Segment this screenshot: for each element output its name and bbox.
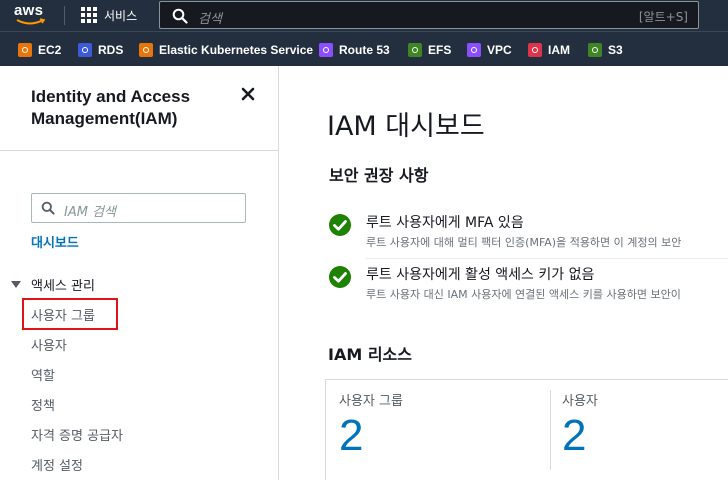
check-circle-icon <box>329 266 351 288</box>
favorite-label: EC2 <box>38 43 62 57</box>
caret-down-icon <box>11 281 21 288</box>
sidebar-item-users[interactable]: 사용자 <box>31 335 67 354</box>
iam-resources-title: IAM 리소스 <box>328 345 412 364</box>
sidebar-search-placeholder: IAM 검색 <box>64 205 116 220</box>
nav-divider <box>64 6 65 25</box>
search-placeholder: 검색 <box>198 12 222 27</box>
search-icon <box>172 8 188 24</box>
sidebar-item-policies[interactable]: 정책 <box>31 395 55 414</box>
highlight-box <box>22 298 118 330</box>
close-icon[interactable] <box>240 86 256 102</box>
favorite-label: S3 <box>608 43 623 57</box>
sidebar-item-account-settings[interactable]: 계정 설정 <box>31 455 83 474</box>
s3-icon <box>588 43 602 57</box>
resource-label: 사용자 그룹 <box>339 394 403 409</box>
ec2-icon <box>18 43 32 57</box>
resource-label: 사용자 <box>562 394 598 409</box>
aws-smile-icon <box>16 18 46 25</box>
efs-icon <box>408 43 422 57</box>
recommendation-divider <box>365 258 728 259</box>
iam-icon <box>528 43 542 57</box>
sidebar-section-label: 액세스 관리 <box>31 279 95 294</box>
security-recommendations-title: 보안 권장 사항 <box>329 166 429 185</box>
check-circle-icon <box>329 214 351 236</box>
resource-card-user-groups[interactable]: 사용자 그룹 2 <box>339 390 403 461</box>
sidebar: Identity and Access Management(IAM) IAM … <box>0 66 279 480</box>
sidebar-item-roles[interactable]: 역할 <box>31 365 55 384</box>
favorite-label: IAM <box>548 43 570 57</box>
services-label: 서비스 <box>104 8 138 23</box>
rds-icon <box>78 43 92 57</box>
favorite-eks[interactable]: Elastic Kubernetes Service <box>139 42 313 58</box>
page-title: IAM 대시보드 <box>327 111 485 142</box>
vpc-icon <box>467 43 481 57</box>
services-menu-button[interactable]: 서비스 <box>81 4 137 26</box>
recommendation-title: 루트 사용자에게 활성 액세스 키가 없음 <box>366 267 595 283</box>
sidebar-search-input[interactable]: IAM 검색 <box>31 193 246 223</box>
favorite-ec2[interactable]: EC2 <box>18 42 61 58</box>
sidebar-divider <box>0 150 278 151</box>
recommendation-item: 루트 사용자에게 활성 액세스 키가 없음 루트 사용자 대신 IAM 사용자에… <box>329 264 728 304</box>
main-content: IAM 대시보드 보안 권장 사항 루트 사용자에게 MFA 있음 루트 사용자… <box>279 66 728 480</box>
recommendation-title: 루트 사용자에게 MFA 있음 <box>366 215 524 231</box>
resource-count-link[interactable]: 2 <box>339 411 403 461</box>
sidebar-section-access-management[interactable]: 액세스 관리 <box>11 275 95 294</box>
services-grid-icon <box>81 7 97 23</box>
favorite-label: Route 53 <box>339 43 390 57</box>
favorite-rds[interactable]: RDS <box>78 42 123 58</box>
favorite-s3[interactable]: S3 <box>588 42 623 58</box>
favorite-route53[interactable]: Route 53 <box>319 42 390 58</box>
favorite-efs[interactable]: EFS <box>408 42 451 58</box>
favorite-label: EFS <box>428 43 452 57</box>
aws-logo[interactable]: aws <box>14 2 50 28</box>
recommendation-item: 루트 사용자에게 MFA 있음 루트 사용자에 대해 멀티 팩터 인증(MFA)… <box>329 212 728 252</box>
eks-icon <box>139 43 153 57</box>
route53-icon <box>319 43 333 57</box>
favorite-label: RDS <box>98 43 124 57</box>
favorites-bar: EC2 RDS Elastic Kubernetes Service Route… <box>0 31 728 66</box>
top-navigation: aws 서비스 검색 [알트+S] <box>0 0 728 31</box>
favorite-label: VPC <box>487 43 512 57</box>
search-shortcut-hint: [알트+S] <box>638 10 688 24</box>
favorite-label: Elastic Kubernetes Service <box>159 43 314 57</box>
recommendation-description: 루트 사용자 대신 IAM 사용자에 연결된 액세스 키를 사용하면 보안이 <box>366 288 681 301</box>
aws-logo-text: aws <box>14 2 44 19</box>
resource-card-users[interactable]: 사용자 2 <box>562 390 598 461</box>
resource-divider <box>550 390 551 470</box>
favorite-vpc[interactable]: VPC <box>467 42 512 58</box>
favorite-iam[interactable]: IAM <box>528 42 570 58</box>
sidebar-item-identity-providers[interactable]: 자격 증명 공급자 <box>31 425 123 444</box>
recommendation-description: 루트 사용자에 대해 멀티 팩터 인증(MFA)을 적용하면 이 계정의 보안 <box>366 236 682 249</box>
global-search-input[interactable]: 검색 [알트+S] <box>159 1 699 29</box>
iam-resources-panel: 사용자 그룹 2 사용자 2 <box>325 379 728 480</box>
resource-count-link[interactable]: 2 <box>562 411 598 461</box>
sidebar-title: Identity and Access Management(IAM) <box>31 87 191 128</box>
search-icon <box>41 201 55 215</box>
sidebar-item-dashboard[interactable]: 대시보드 <box>31 232 79 251</box>
